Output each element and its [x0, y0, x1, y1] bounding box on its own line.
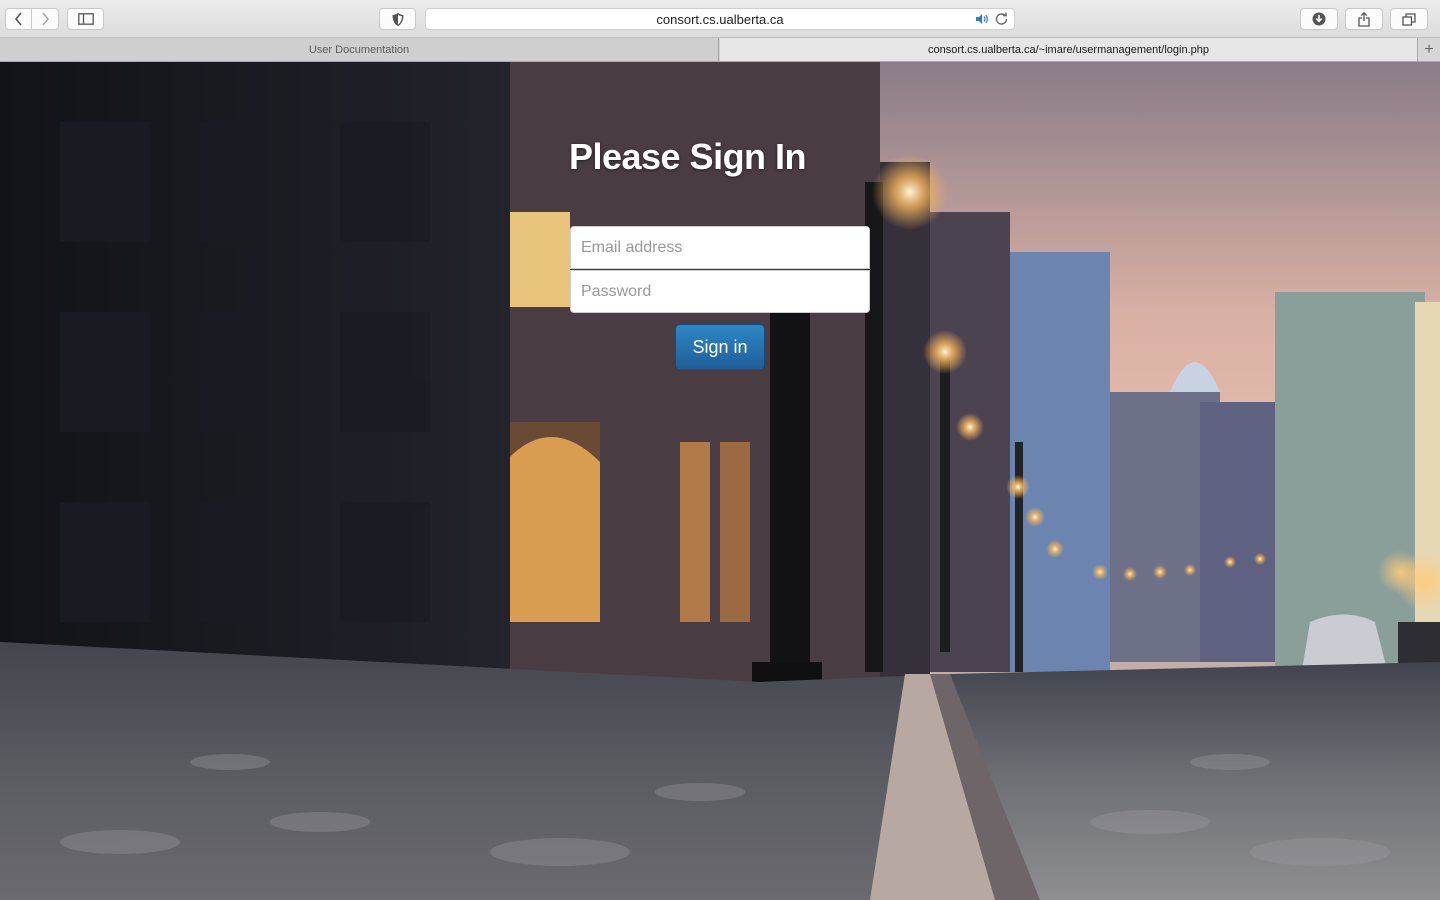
share-icon: [1358, 11, 1370, 27]
show-all-tabs-button[interactable]: [1390, 8, 1428, 30]
chevron-left-icon: [14, 12, 22, 26]
password-field[interactable]: [570, 270, 870, 313]
sidebar-icon: [77, 13, 94, 25]
email-field[interactable]: [570, 226, 870, 269]
privacy-button[interactable]: [379, 8, 416, 30]
sign-in-button[interactable]: Sign in: [675, 324, 765, 370]
tab-bar: User Documentation consort.cs.ualberta.c…: [0, 38, 1440, 62]
page-content: Please Sign In Sign in: [0, 62, 1440, 900]
tab-label: consort.cs.ualberta.ca/~imare/usermanage…: [928, 43, 1209, 56]
tab-user-documentation[interactable]: User Documentation: [0, 38, 719, 61]
speaker-icon[interactable]: [975, 13, 989, 25]
chevron-right-icon: [42, 12, 50, 26]
browser-toolbar: consort.cs.ualberta.ca: [0, 0, 1440, 38]
tabs-overview-icon: [1402, 12, 1416, 26]
back-button[interactable]: [5, 8, 32, 30]
reload-icon[interactable]: [995, 12, 1008, 25]
address-bar[interactable]: consort.cs.ualberta.ca: [425, 8, 1015, 30]
sidebar-toggle-button[interactable]: [67, 8, 104, 30]
shield-icon: [392, 12, 403, 26]
background-street-photo: [0, 62, 1440, 900]
downloads-button[interactable]: [1300, 8, 1338, 30]
tab-label: User Documentation: [308, 43, 410, 56]
share-button[interactable]: [1345, 8, 1383, 30]
download-icon: [1312, 12, 1326, 26]
new-tab-button[interactable]: +: [1417, 38, 1440, 61]
forward-button[interactable]: [31, 8, 59, 30]
tab-login-page[interactable]: consort.cs.ualberta.ca/~imare/usermanage…: [720, 38, 1417, 61]
plus-icon: +: [1424, 40, 1434, 58]
address-text: consort.cs.ualberta.ca: [656, 11, 784, 27]
page-title: Please Sign In: [568, 136, 807, 177]
